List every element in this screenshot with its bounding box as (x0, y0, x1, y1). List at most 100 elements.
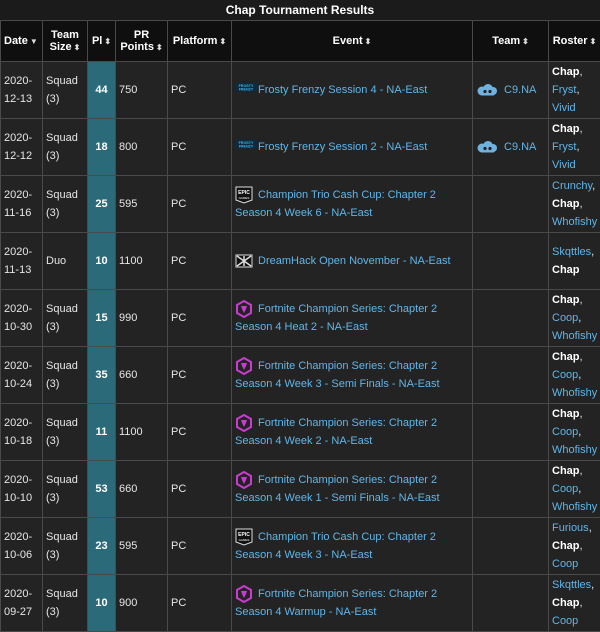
player-link[interactable]: Chap (552, 540, 580, 552)
event-link[interactable]: Frosty Frenzy Session 4 - NA-East (258, 84, 427, 96)
column-header-date[interactable]: Date ▼ (0, 20, 43, 62)
roster-cell: Chap, Coop, Whofishy (548, 460, 600, 518)
roster-entry: Whofishy (552, 498, 597, 516)
column-header-pr-points[interactable]: PR Points ⬍ (115, 20, 168, 62)
column-header-platform[interactable]: Platform ⬍ (167, 20, 232, 62)
player-link[interactable]: Whofishy (552, 387, 597, 399)
player-link[interactable]: Whofishy (552, 501, 597, 513)
placement-cell: 10 (87, 574, 116, 632)
roster-entry: Skqttles, (552, 579, 595, 591)
player-link[interactable]: Fryst (552, 84, 576, 96)
svg-text:FRENZY: FRENZY (239, 88, 254, 92)
player-link[interactable]: Chap (552, 264, 580, 276)
event-link[interactable]: Fortnite Champion Series: Chapter 2 Seas… (235, 588, 437, 618)
roster-cell: Furious, Chap, Coop (548, 517, 600, 575)
player-link[interactable]: Coop (552, 369, 578, 381)
column-header-pl[interactable]: Pl ⬍ (87, 20, 116, 62)
roster-entry: Whofishy (552, 327, 597, 345)
date-cell: 2020-09-27 (0, 574, 43, 632)
column-header-event[interactable]: Event ⬍ (231, 20, 473, 62)
player-link[interactable]: Chap (552, 408, 580, 420)
event-cell: EPIC GAMES Champion Trio Cash Cup: Chapter… (231, 517, 473, 575)
roster-cell: Chap, Coop, Whofishy (548, 289, 600, 347)
event-link[interactable]: Fortnite Champion Series: Chapter 2 Seas… (235, 303, 437, 333)
platform-cell: PC (167, 61, 232, 119)
team-link[interactable]: C9.NA (504, 141, 536, 153)
roster-entry: Vivid (552, 156, 597, 174)
roster-cell: Skqttles, Chap (548, 232, 600, 290)
column-header-team[interactable]: Team ⬍ (472, 20, 549, 62)
team-cell (472, 574, 549, 632)
sort-icon[interactable]: ⬍ (365, 37, 372, 46)
placement-cell: 15 (87, 289, 116, 347)
platform-cell: PC (167, 232, 232, 290)
sort-icon[interactable]: ⬍ (219, 37, 226, 46)
player-link[interactable]: Vivid (552, 159, 576, 171)
team-link[interactable]: C9.NA (504, 84, 536, 96)
roster-entry: Whofishy (552, 213, 597, 231)
team-cell (472, 232, 549, 290)
player-link[interactable]: Whofishy (552, 330, 597, 342)
table-row: 2020-11-16 Squad (3) 25 595 PC EPIC GAMES Champ… (0, 175, 600, 233)
player-link[interactable]: Chap (552, 465, 580, 477)
column-header-team-size[interactable]: Team Size ⬍ (42, 20, 88, 62)
sort-icon[interactable]: ⬍ (74, 43, 81, 52)
table-row: 2020-10-06 Squad (3) 23 595 PC EPIC GAMES Champ… (0, 517, 600, 575)
sort-icon[interactable]: ⬍ (590, 37, 597, 46)
team-cell: C9.NA (472, 118, 549, 176)
roster-entry: Whofishy (552, 384, 597, 402)
player-link[interactable]: Coop (552, 426, 578, 438)
player-link[interactable]: Vivid (552, 102, 576, 114)
frosty-frenzy-logo-icon: FROSTY FRENZY (235, 138, 257, 156)
player-link[interactable]: Chap (552, 351, 580, 363)
player-link[interactable]: Chap (552, 597, 580, 609)
fncs-logo-icon (235, 356, 253, 376)
event-link[interactable]: Champion Trio Cash Cup: Chapter 2 Season… (235, 189, 436, 219)
roster-entry: Chap, (552, 66, 583, 78)
event-link[interactable]: Frosty Frenzy Session 2 - NA-East (258, 141, 427, 153)
roster-entry: Chap, (552, 123, 583, 135)
player-link[interactable]: Coop (552, 615, 578, 627)
player-link[interactable]: Furious (552, 522, 589, 534)
event-link[interactable]: DreamHack Open November - NA-East (258, 255, 451, 267)
roster-entry: Chap, (552, 351, 583, 363)
event-link[interactable]: Fortnite Champion Series: Chapter 2 Seas… (235, 360, 440, 390)
roster-cell: Chap, Coop, Whofishy (548, 346, 600, 404)
event-cell: Fortnite Champion Series: Chapter 2 Seas… (231, 346, 473, 404)
player-link[interactable]: Skqttles (552, 246, 591, 258)
player-link[interactable]: Crunchy (552, 180, 592, 192)
pr-points-cell: 900 (115, 574, 168, 632)
placement-cell: 53 (87, 460, 116, 518)
player-link[interactable]: Fryst (552, 141, 576, 153)
roster-entry: Coop, (552, 369, 582, 381)
team-size-cell: Squad (3) (42, 403, 88, 461)
frosty-frenzy-logo-icon: FROSTY FRENZY (235, 81, 257, 99)
player-link[interactable]: Chap (552, 294, 580, 306)
sort-desc-icon[interactable]: ▼ (30, 37, 38, 46)
event-link[interactable]: Fortnite Champion Series: Chapter 2 Seas… (235, 417, 437, 447)
player-link[interactable]: Chap (552, 66, 580, 78)
player-link[interactable]: Whofishy (552, 444, 597, 456)
platform-cell: PC (167, 574, 232, 632)
roster-entry: Coop, (552, 426, 582, 438)
sort-icon[interactable]: ⬍ (522, 37, 529, 46)
sort-icon[interactable]: ⬍ (156, 43, 163, 52)
date-cell: 2020-12-12 (0, 118, 43, 176)
date-cell: 2020-10-10 (0, 460, 43, 518)
team-cell (472, 175, 549, 233)
team-cell (472, 346, 549, 404)
player-link[interactable]: Coop (552, 312, 578, 324)
sort-icon[interactable]: ⬍ (104, 37, 111, 46)
event-link[interactable]: Fortnite Champion Series: Chapter 2 Seas… (235, 474, 440, 504)
column-header-roster[interactable]: Roster ⬍ (548, 20, 600, 62)
fncs-logo-icon (235, 413, 253, 433)
player-link[interactable]: Coop (552, 558, 578, 570)
player-link[interactable]: Chap (552, 198, 580, 210)
team-cell (472, 460, 549, 518)
player-link[interactable]: Whofishy (552, 216, 597, 228)
player-link[interactable]: Coop (552, 483, 578, 495)
event-link[interactable]: Champion Trio Cash Cup: Chapter 2 Season… (235, 531, 436, 561)
event-cell: Fortnite Champion Series: Chapter 2 Seas… (231, 574, 473, 632)
player-link[interactable]: Skqttles (552, 579, 591, 591)
player-link[interactable]: Chap (552, 123, 580, 135)
